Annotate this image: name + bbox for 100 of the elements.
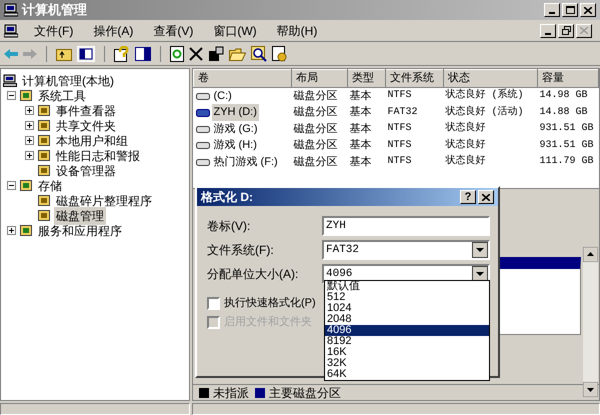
menu-item[interactable]: 帮助(H) bbox=[272, 22, 322, 40]
delete-icon[interactable] bbox=[189, 46, 203, 60]
table-cell-text: NTFS bbox=[386, 138, 413, 153]
volume-name[interactable]: 热门游戏 (F:) bbox=[212, 154, 280, 170]
column-header[interactable]: 类型 bbox=[348, 70, 386, 87]
tree-item[interactable]: 设备管理器 bbox=[54, 162, 118, 180]
minimize-button[interactable] bbox=[540, 24, 556, 38]
table-cell: 14.98 GB bbox=[538, 87, 598, 104]
tree-item[interactable]: 性能日志和警报 bbox=[54, 146, 142, 164]
expand-icon[interactable] bbox=[25, 106, 34, 115]
tool-icon bbox=[37, 119, 51, 132]
tool-icon bbox=[37, 164, 51, 177]
dropdown-option[interactable]: 16K bbox=[325, 347, 489, 358]
tree-item[interactable]: 事件查看器 bbox=[54, 102, 118, 120]
expand-icon[interactable] bbox=[7, 226, 16, 235]
scrollbar[interactable] bbox=[583, 247, 598, 397]
scroll-up-icon[interactable] bbox=[583, 247, 598, 262]
volume-name[interactable]: 游戏 (G:) bbox=[212, 120, 260, 137]
table-cell-text: NTFS bbox=[386, 122, 413, 136]
dropdown-option[interactable]: 8192 bbox=[325, 336, 489, 347]
minimize-icon bbox=[549, 12, 555, 14]
table-cell-text: 状态良好 (活动) bbox=[444, 104, 525, 120]
tree-item[interactable]: 系统工具 bbox=[36, 86, 88, 104]
column-header[interactable]: 文件系统 bbox=[386, 70, 444, 87]
table-cell-text: 磁盘分区 bbox=[292, 138, 338, 153]
table-cell: 状态良好 (系统) bbox=[444, 87, 538, 104]
dropdown-option[interactable]: 1024 bbox=[325, 303, 489, 314]
tree-item[interactable]: 存储 bbox=[36, 176, 64, 194]
volume-name[interactable]: (C:) bbox=[212, 88, 234, 104]
table-cell-text: 931.51 GB bbox=[538, 122, 595, 136]
tool-icon bbox=[37, 209, 51, 222]
dropdown-option[interactable]: 32K bbox=[325, 358, 489, 369]
field-label: 文件系统(F): bbox=[207, 242, 275, 259]
close-icon bbox=[580, 27, 588, 34]
folder-up-icon[interactable] bbox=[56, 46, 72, 60]
magnifier-icon[interactable] bbox=[251, 46, 267, 62]
checkbox-label: 执行快速格式化(P) bbox=[224, 296, 316, 311]
collapse-icon[interactable] bbox=[7, 91, 16, 100]
column-header[interactable]: 容量 bbox=[538, 70, 598, 87]
dropdown-option[interactable]: 4096 bbox=[325, 325, 489, 336]
column-header[interactable]: 布局 bbox=[292, 70, 348, 87]
pane-toggle-icon[interactable] bbox=[77, 46, 95, 62]
minimize-button[interactable] bbox=[544, 3, 560, 17]
help-icon[interactable] bbox=[114, 46, 130, 62]
menu-item[interactable]: 窗口(W) bbox=[209, 22, 261, 40]
tool-icon bbox=[37, 104, 51, 117]
expand-icon[interactable] bbox=[25, 136, 34, 145]
select-field[interactable]: FAT32 bbox=[322, 240, 490, 260]
field-label: 卷标(V): bbox=[207, 218, 252, 235]
column-header[interactable]: 状态 bbox=[444, 70, 538, 87]
checkbox[interactable] bbox=[207, 296, 220, 310]
tree-item[interactable]: 磁盘管理 bbox=[54, 206, 106, 224]
expand-icon[interactable] bbox=[25, 121, 34, 130]
window-title: 计算机管理 bbox=[22, 1, 88, 20]
tool-icon bbox=[19, 179, 33, 192]
open-folder-icon[interactable] bbox=[229, 46, 246, 60]
maximize-icon bbox=[566, 6, 574, 14]
table-cell-text: 状态良好 bbox=[444, 138, 486, 153]
dropdown-option[interactable]: 64K bbox=[325, 369, 489, 380]
table-cell-text: 磁盘分区 bbox=[292, 122, 338, 136]
close-button[interactable] bbox=[478, 190, 494, 204]
help-button[interactable]: ? bbox=[460, 190, 476, 204]
collapse-icon[interactable] bbox=[7, 181, 16, 190]
properties-icon[interactable] bbox=[208, 46, 224, 62]
tree-item[interactable]: 共享文件夹 bbox=[54, 116, 118, 134]
restore-button[interactable] bbox=[558, 24, 574, 38]
input-field[interactable]: ZYH bbox=[322, 216, 490, 236]
tree-item[interactable]: 磁盘碎片整理程序 bbox=[54, 192, 154, 210]
computer-icon bbox=[3, 74, 17, 87]
scroll-down-icon[interactable] bbox=[583, 382, 598, 397]
dropdown-option[interactable]: 2048 bbox=[325, 314, 489, 325]
drive-icon bbox=[196, 156, 210, 167]
refresh-icon[interactable] bbox=[170, 46, 184, 62]
volume-name[interactable]: 游戏 (H:) bbox=[212, 137, 259, 154]
table-cell-text: 931.51 GB bbox=[538, 138, 595, 153]
volume-name[interactable]: ZYH (D:) bbox=[212, 104, 259, 120]
dropdown-option[interactable]: 512 bbox=[325, 292, 489, 303]
column-header[interactable]: 卷 bbox=[194, 70, 292, 87]
close-button[interactable] bbox=[580, 3, 596, 17]
dialog-title: 格式化 D: bbox=[201, 189, 254, 206]
close-button[interactable] bbox=[576, 24, 592, 38]
table-cell-text: 14.88 GB bbox=[538, 106, 589, 120]
table-cell-text: NTFS bbox=[386, 155, 413, 170]
menu-item[interactable]: 查看(V) bbox=[149, 22, 198, 40]
legend-label: 主要磁盘分区 bbox=[269, 384, 341, 402]
maximize-button[interactable] bbox=[562, 3, 578, 17]
tree-item[interactable]: 本地用户和组 bbox=[54, 132, 130, 150]
table-cell-text: FAT32 bbox=[386, 106, 419, 120]
tool-icon bbox=[37, 194, 51, 207]
pane-icon[interactable] bbox=[135, 46, 151, 60]
computer-icon bbox=[4, 3, 18, 17]
menu-item[interactable]: 操作(A) bbox=[89, 22, 138, 40]
tool-icon bbox=[37, 134, 51, 147]
field-label: 分配单位大小(A): bbox=[207, 266, 300, 283]
tree-item[interactable]: 服务和应用程序 bbox=[36, 222, 124, 240]
table-cell: NTFS bbox=[386, 87, 444, 104]
tree-item[interactable]: 计算机管理(本地) bbox=[20, 72, 116, 90]
expand-icon[interactable] bbox=[25, 151, 34, 160]
restore-icon bbox=[562, 26, 570, 35]
menu-item[interactable]: 文件(F) bbox=[30, 22, 78, 40]
